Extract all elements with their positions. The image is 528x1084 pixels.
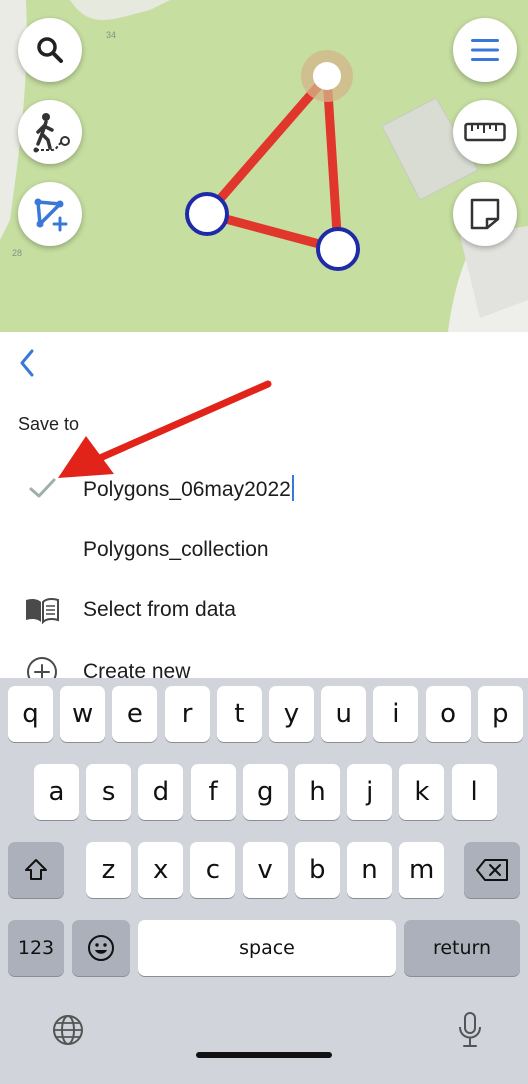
key-r[interactable]: r bbox=[164, 686, 210, 742]
emoji-icon bbox=[88, 935, 114, 961]
key-o[interactable]: o bbox=[425, 686, 471, 742]
polygon-vertex-active-core bbox=[313, 62, 341, 90]
back-button[interactable] bbox=[12, 346, 42, 380]
space-key[interactable]: space bbox=[138, 920, 396, 976]
record-track-button[interactable] bbox=[18, 100, 82, 164]
backspace-icon bbox=[476, 859, 508, 881]
key-t[interactable]: t bbox=[216, 686, 262, 742]
key-g[interactable]: g bbox=[242, 764, 288, 820]
key-u[interactable]: u bbox=[321, 686, 367, 742]
polygon-vertex bbox=[316, 227, 360, 271]
search-icon bbox=[37, 37, 63, 63]
save-to-label: Save to bbox=[18, 414, 80, 434]
map-label: 34 bbox=[106, 30, 117, 40]
layer-option-label: Polygons_collection bbox=[83, 538, 269, 561]
key-c[interactable]: c bbox=[190, 842, 236, 898]
map-label: 28 bbox=[12, 248, 23, 258]
hamburger-menu-icon bbox=[471, 39, 499, 61]
key-m[interactable]: m bbox=[399, 842, 445, 898]
onscreen-keyboard: qwertyuiop asdfghjkl zxcvbnm 123 space r… bbox=[0, 678, 528, 1084]
menu-button[interactable] bbox=[453, 18, 517, 82]
key-h[interactable]: h bbox=[295, 764, 340, 820]
shift-key[interactable] bbox=[8, 842, 64, 898]
polygon-vertex bbox=[185, 192, 229, 236]
key-f[interactable]: f bbox=[190, 764, 236, 820]
text-cursor bbox=[291, 474, 294, 501]
key-e[interactable]: e bbox=[112, 686, 158, 742]
emoji-key[interactable] bbox=[72, 920, 130, 976]
layer-option[interactable]: Polygons_collection bbox=[0, 522, 528, 578]
add-polygon-button[interactable] bbox=[18, 182, 82, 246]
select-from-data-label: Select from data bbox=[83, 598, 236, 621]
measure-button[interactable] bbox=[453, 100, 517, 164]
key-n[interactable]: n bbox=[347, 842, 392, 898]
layers-button[interactable] bbox=[453, 182, 517, 246]
key-k[interactable]: k bbox=[399, 764, 445, 820]
layer-name-input[interactable]: Polygons_06may2022 bbox=[83, 474, 294, 502]
key-i[interactable]: i bbox=[373, 686, 419, 742]
chevron-left-icon bbox=[20, 349, 34, 377]
numbers-key[interactable]: 123 bbox=[8, 920, 64, 976]
key-v[interactable]: v bbox=[242, 842, 288, 898]
search-button[interactable] bbox=[18, 18, 82, 82]
save-to-sheet: Save to Polygons_06may2022 Polygons_coll… bbox=[0, 332, 528, 684]
key-w[interactable]: w bbox=[60, 686, 106, 742]
delete-key[interactable] bbox=[464, 842, 520, 898]
map-view[interactable]: 34 28 bbox=[0, 0, 528, 332]
key-l[interactable]: l bbox=[451, 764, 497, 820]
key-p[interactable]: p bbox=[477, 686, 523, 742]
key-b[interactable]: b bbox=[294, 842, 340, 898]
checkmark-icon bbox=[22, 468, 62, 508]
key-x[interactable]: x bbox=[138, 842, 184, 898]
shift-icon bbox=[25, 859, 47, 880]
key-q[interactable]: q bbox=[8, 686, 53, 742]
key-j[interactable]: j bbox=[347, 764, 393, 820]
add-polygon-icon bbox=[34, 198, 68, 232]
return-key[interactable]: return bbox=[404, 920, 520, 976]
polygon-edge bbox=[202, 71, 332, 219]
globe-icon[interactable] bbox=[48, 1010, 88, 1050]
layer-name-text: Polygons_06may2022 bbox=[83, 477, 291, 501]
key-s[interactable]: s bbox=[86, 764, 132, 820]
ruler-icon bbox=[464, 122, 506, 142]
microphone-icon[interactable] bbox=[450, 1008, 490, 1052]
key-y[interactable]: y bbox=[269, 686, 314, 742]
key-d[interactable]: d bbox=[138, 764, 184, 820]
layers-icon bbox=[470, 198, 500, 230]
select-from-data-option[interactable]: Select from data bbox=[0, 582, 528, 638]
key-z[interactable]: z bbox=[86, 842, 131, 898]
book-icon bbox=[22, 590, 62, 630]
key-a[interactable]: a bbox=[34, 764, 79, 820]
polygon-edge bbox=[322, 71, 343, 254]
walking-track-icon bbox=[33, 113, 70, 153]
layer-option-selected[interactable]: Polygons_06may2022 bbox=[0, 460, 528, 516]
home-indicator bbox=[196, 1052, 332, 1058]
